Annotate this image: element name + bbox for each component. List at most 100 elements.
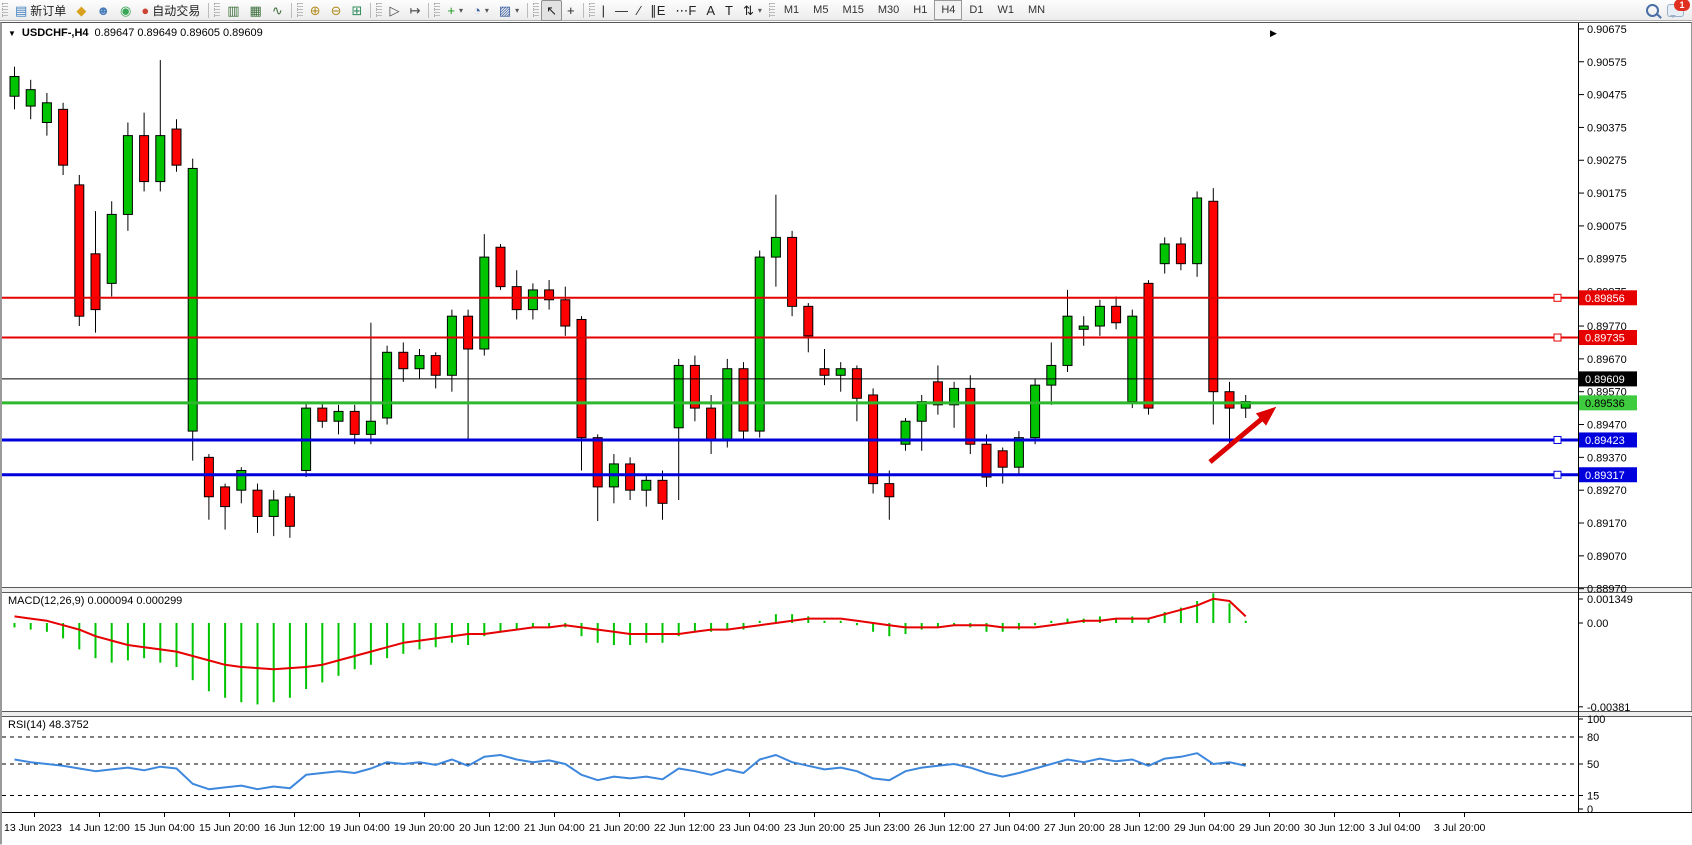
cursor-pointer-button[interactable]: ↖ — [541, 0, 562, 21]
periods-button[interactable]: ◔▾ — [468, 0, 494, 21]
toolbar-grip[interactable] — [297, 3, 303, 17]
toolbar-grip[interactable] — [2, 3, 8, 17]
crosshair-button[interactable]: + — [562, 0, 580, 21]
zoom-in-button[interactable]: ⊕ — [305, 0, 326, 21]
timeframe-m1-button[interactable]: M1 — [777, 0, 806, 20]
price-tick-label: 0.89470 — [1587, 420, 1627, 432]
time-tick — [1139, 813, 1140, 817]
candlestick-chart-icon[interactable]: ▦ — [245, 0, 267, 21]
line-price-text: 0.89317 — [1585, 470, 1625, 482]
candle-body — [528, 290, 537, 310]
arrows-tool-icon: ⇅ — [743, 4, 754, 17]
indicators-button[interactable]: +▾ — [442, 0, 468, 21]
time-label: 19 Jun 04:00 — [329, 822, 390, 834]
horizontal-line-tool[interactable]: — — [610, 0, 633, 21]
candle-body — [1014, 438, 1023, 468]
text-tool[interactable]: A — [701, 0, 720, 21]
toolbar-grip[interactable] — [214, 3, 220, 17]
timeframe-m15-button[interactable]: M15 — [835, 0, 870, 20]
candle-body — [253, 490, 262, 516]
signals-icon[interactable]: ◉ — [115, 0, 136, 21]
price-tick-label: 0.89070 — [1587, 551, 1627, 563]
toolbar-grip[interactable] — [376, 3, 382, 17]
line-chart-icon[interactable]: ∿ — [267, 0, 288, 21]
toolbar-separator — [583, 3, 584, 18]
time-tick — [489, 813, 490, 817]
time-tick — [34, 813, 35, 817]
toolbar: ▤新订单◆☻◉●自动交易▥▦∿⊕⊖⊞▷↦+▾◔▾▨▾↖+|—∕∥E⋯FAT⇅▾M… — [0, 0, 1692, 21]
timeframe-w1-button[interactable]: W1 — [990, 0, 1021, 20]
chart-shift-button[interactable]: ↦ — [404, 0, 425, 21]
timeframe-d1-button[interactable]: D1 — [962, 0, 990, 20]
macd-label: MACD(12,26,9) 0.000094 0.000299 — [8, 595, 182, 607]
candle-body — [788, 237, 797, 306]
price-tick-label: 0.90575 — [1587, 57, 1627, 69]
chevron-down-icon[interactable]: ▾ — [459, 6, 463, 15]
zoom-out-button[interactable]: ⊖ — [326, 0, 347, 21]
ohlc-values: 0.89647 0.89649 0.89605 0.89609 — [95, 27, 263, 39]
price-tick-label: 0.90075 — [1587, 221, 1627, 233]
chart-shift-icon: ↦ — [409, 4, 420, 17]
time-label: 16 Jun 12:00 — [264, 822, 325, 834]
periods-icon: ◔ — [473, 4, 481, 17]
toolbar-grip[interactable] — [533, 3, 539, 17]
candle-body — [658, 480, 667, 503]
trendline-tool-icon: ∕ — [638, 4, 640, 17]
price-axis: 0.906750.905750.904750.903750.902750.901… — [1578, 23, 1692, 812]
tile-windows-icon[interactable]: ⊞ — [347, 0, 368, 21]
candle-body — [204, 457, 213, 496]
price-tick-label: 0.90375 — [1587, 122, 1627, 134]
timeframe-h1-button[interactable]: H1 — [906, 0, 934, 20]
toolbar-group-objects: |—∕∥E⋯FAT⇅▾ — [597, 0, 767, 20]
line-handle[interactable] — [1554, 334, 1561, 341]
symbol-dropdown-icon[interactable]: ▼ — [8, 29, 16, 38]
timeframe-m5-button[interactable]: M5 — [806, 0, 835, 20]
line-handle[interactable] — [1554, 471, 1561, 478]
candle-body — [91, 254, 100, 310]
rsi-label: RSI(14) 48.3752 — [8, 719, 89, 731]
data-window-icon[interactable]: ☻ — [91, 0, 115, 21]
candle-body — [1144, 283, 1153, 408]
vertical-line-tool[interactable]: | — [597, 0, 610, 21]
text-label-tool-icon: T — [725, 4, 733, 17]
candle-body — [642, 480, 651, 490]
timeframe-mn-button[interactable]: MN — [1021, 0, 1052, 20]
fibonacci-tool[interactable]: ⋯F — [670, 0, 701, 21]
timeframe-m30-button[interactable]: M30 — [871, 0, 906, 20]
chevron-down-icon[interactable]: ▾ — [758, 6, 762, 15]
search-icon[interactable] — [1646, 4, 1659, 17]
market-watch-icon[interactable]: ◆ — [71, 0, 91, 21]
candle-body — [1063, 316, 1072, 365]
candle-body — [399, 352, 408, 368]
candle-body — [771, 237, 780, 257]
new-order-button[interactable]: ▤新订单 — [10, 0, 71, 21]
autotrading-button[interactable]: ●自动交易 — [136, 0, 205, 21]
arrows-tool[interactable]: ⇅▾ — [738, 0, 767, 21]
price-tick-label: 0.89975 — [1587, 254, 1627, 266]
toolbar-grip[interactable] — [769, 3, 775, 17]
time-axis[interactable]: 13 Jun 202314 Jun 12:0015 Jun 04:0015 Ju… — [2, 812, 1692, 845]
toolbar-grip[interactable] — [434, 3, 440, 17]
timeframe-h4-button[interactable]: H4 — [934, 0, 962, 20]
market-watch-icon-icon: ◆ — [76, 4, 86, 17]
time-label: 27 Jun 20:00 — [1044, 822, 1105, 834]
chevron-down-icon[interactable]: ▾ — [485, 6, 489, 15]
candle-body — [1225, 392, 1234, 408]
templates-button[interactable]: ▨▾ — [494, 0, 524, 21]
chevron-down-icon[interactable]: ▾ — [515, 6, 519, 15]
time-label: 23 Jun 20:00 — [784, 822, 845, 834]
toolbar-group-insert: +▾◔▾▨▾ — [442, 0, 524, 20]
candle-body — [59, 109, 68, 165]
bar-chart-icon[interactable]: ▥ — [222, 0, 244, 21]
text-label-tool[interactable]: T — [720, 0, 738, 21]
toolbar-grip[interactable] — [589, 3, 595, 17]
notifications-icon[interactable]: 1 — [1667, 4, 1684, 17]
auto-scroll-button[interactable]: ▷ — [384, 0, 404, 21]
trendline-tool[interactable]: ∕ — [633, 0, 645, 21]
price-chart[interactable] — [2, 24, 1578, 587]
equidistant-channel-tool-icon: ∥E — [650, 4, 665, 17]
line-handle[interactable] — [1554, 294, 1561, 301]
equidistant-channel-tool[interactable]: ∥E — [645, 0, 670, 21]
toolbar-separator — [291, 3, 292, 18]
line-handle[interactable] — [1554, 436, 1561, 443]
